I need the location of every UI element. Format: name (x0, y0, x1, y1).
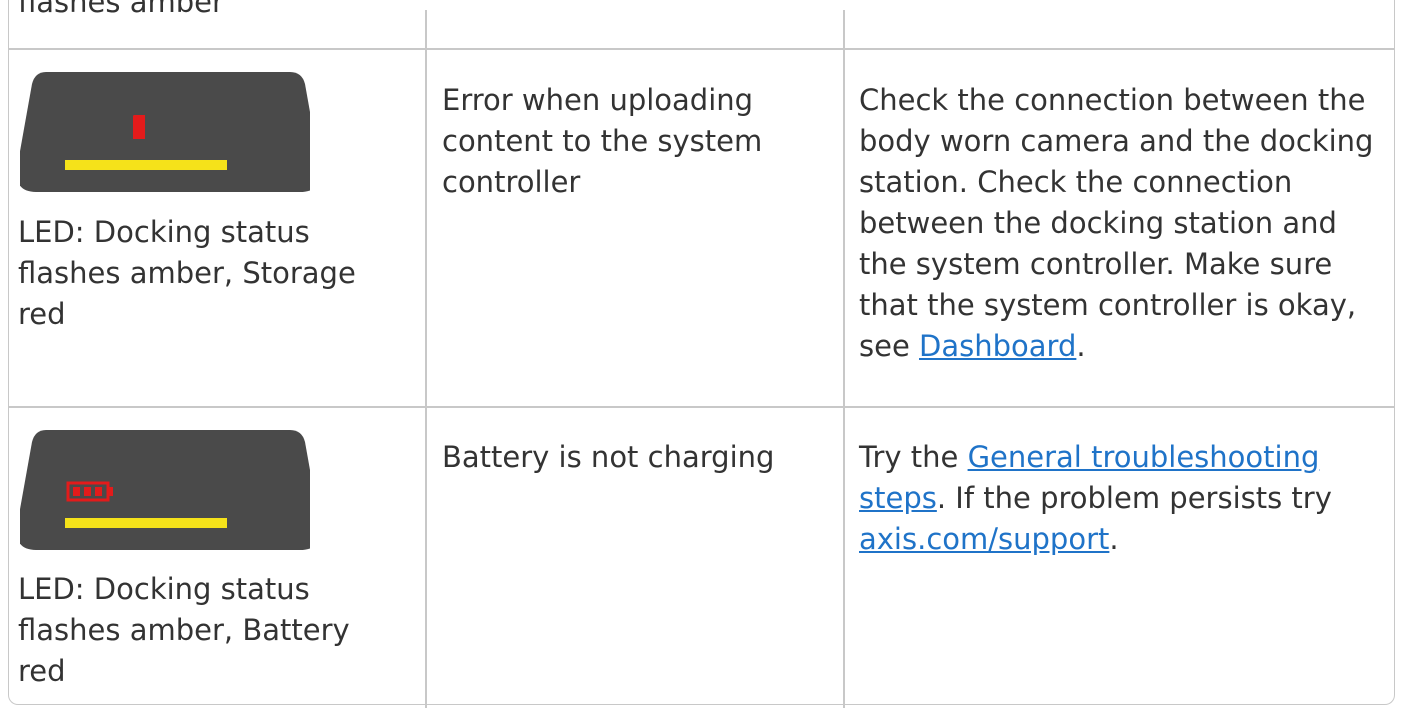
column-divider (843, 10, 845, 708)
troubleshooting-table: flashes amber LED: Docking status flashe… (8, 0, 1398, 708)
device-body (20, 430, 310, 550)
storage-card-icon (133, 115, 145, 139)
docking-status-bar (65, 160, 227, 170)
led-description: LED: Docking status flashes amber, Stora… (18, 215, 356, 331)
led-caption-partial: flashes amber (18, 0, 224, 19)
solution-description: Try the General troubleshooting steps. I… (859, 440, 1332, 556)
docking-status-bar (65, 518, 227, 528)
problem-description: Battery is not charging (442, 440, 775, 474)
problem-description: Error when uploading content to the syst… (442, 83, 763, 199)
row-divider (8, 406, 1395, 408)
general-troubleshooting-link-cont[interactable]: steps (859, 481, 937, 515)
general-troubleshooting-link[interactable]: General troubleshooting (968, 440, 1320, 474)
led-description: LED: Docking status flashes amber, Batte… (18, 572, 350, 688)
docking-device-illustration (20, 430, 310, 550)
solution-description: Check the connection between the body wo… (859, 83, 1374, 363)
axis-support-link[interactable]: axis.com/support (859, 522, 1109, 556)
docking-device-illustration (20, 72, 310, 192)
dashboard-link[interactable]: Dashboard (919, 329, 1076, 363)
column-divider (425, 10, 427, 708)
device-body (20, 72, 310, 192)
row-divider (8, 48, 1395, 50)
